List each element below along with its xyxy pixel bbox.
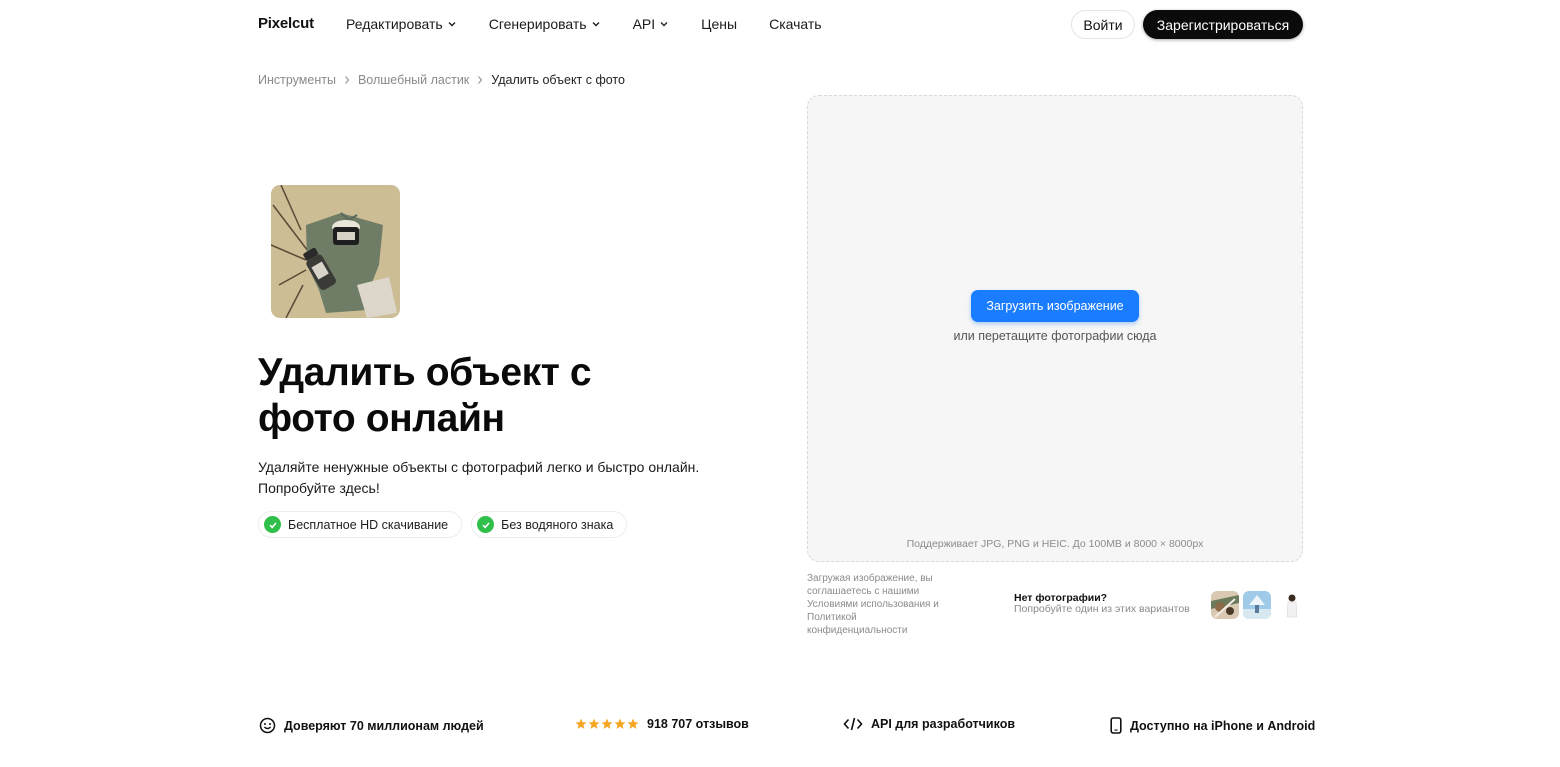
feature-chip-label: Бесплатное HD скачивание [288,517,449,532]
logo[interactable]: Pixelcut [258,15,314,32]
chevron-right-icon [478,76,483,84]
sample-image-1[interactable] [1211,591,1239,619]
menu-item-api[interactable]: API [633,16,670,32]
breadcrumb-link-magic-eraser[interactable]: Волшебный ластик [358,73,469,87]
stat-label: API для разработчиков [871,717,1016,731]
star-icon [575,718,587,729]
menu-item-download[interactable]: Скачать [769,16,822,32]
stat-label: Доверяют 70 миллионам людей [284,718,484,733]
supported-formats-note: Поддерживает JPG, PNG и HEIC. До 100MB и… [906,538,1204,550]
main-menu: Редактировать Сгенерировать API Цены Ска… [346,16,822,32]
menu-item-label: Скачать [769,16,822,32]
breadcrumb-current: Удалить объект с фото [491,73,625,87]
breadcrumb: Инструменты Волшебный ластик Удалить объ… [258,73,625,87]
star-icon [627,718,639,729]
check-circle-icon [264,516,281,533]
code-icon [843,717,863,731]
menu-item-label: API [632,16,656,32]
chevron-down-icon [660,22,668,27]
stat-trusted: Доверяют 70 миллионам людей [259,717,484,734]
menu-item-label: Цены [701,16,738,32]
sample-image-3[interactable] [1275,591,1303,619]
breadcrumb-link-tools[interactable]: Инструменты [258,73,336,87]
menu-item-label: Редактировать [346,16,443,32]
feature-chips: Бесплатное HD скачивание Без водяного зн… [258,511,628,538]
star-icon [614,718,626,729]
feature-chip-hd-download: Бесплатное HD скачивание [258,511,463,538]
star-icon [588,718,600,729]
page-title: Удалить объект с фото онлайн [258,351,592,440]
stat-reviews: 918 707 отзывов [575,717,749,731]
upload-image-button[interactable]: Загрузить изображение [971,290,1139,322]
page-subtitle: Удаляйте ненужные объекты с фотографий л… [258,459,700,496]
terms-note[interactable]: Загружая изображение, вы соглашаетесь с … [807,572,957,637]
star-icon [601,718,613,729]
chevron-right-icon [344,76,350,84]
menu-item-edit[interactable]: Редактировать [346,16,457,32]
check-circle-icon [477,516,495,533]
rating-stars [575,718,639,730]
stat-label: 918 707 отзывов [647,717,749,731]
stat-api: API для разработчиков [843,717,1015,731]
login-button[interactable]: Войти [1071,10,1135,39]
stat-label: Доступно на iPhone и Android [1130,718,1316,733]
smile-icon [259,717,276,734]
menu-item-label: Сгенерировать [488,16,587,32]
sample-image-2[interactable] [1243,591,1271,619]
feature-chip-no-watermark: Без водяного знака [471,511,628,538]
chevron-down-icon [592,22,600,27]
hero-product-image [271,185,400,318]
feature-chip-label: Без водяного знака [501,517,614,532]
phone-icon [1110,717,1122,734]
top-nav: Pixelcut Редактировать Сгенерировать API… [0,0,1560,50]
stat-mobile: Доступно на iPhone и Android [1110,717,1315,734]
no-photo-subtitle: Попробуйте один из этих вариантов [1014,603,1190,615]
drop-hint: или перетащите фотографии сюда [953,329,1157,343]
menu-item-generate[interactable]: Сгенерировать [489,16,601,32]
menu-item-pricing[interactable]: Цены [701,16,737,32]
signup-button[interactable]: Зарегистрироваться [1143,10,1303,39]
chevron-down-icon [448,22,456,27]
